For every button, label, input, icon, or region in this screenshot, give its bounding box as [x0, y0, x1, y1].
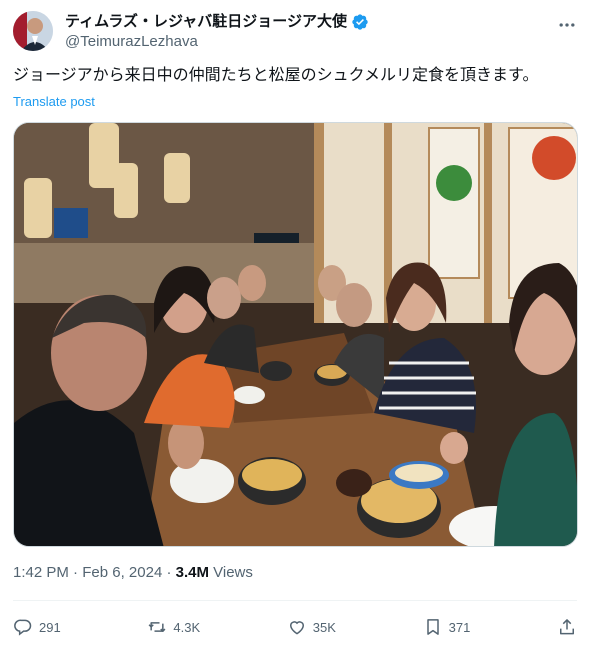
avatar[interactable] [13, 11, 53, 51]
views-label: Views [208, 564, 253, 581]
repost-icon [148, 622, 166, 632]
views-count: 3.4M [175, 564, 209, 581]
share-icon [559, 619, 574, 635]
share-button[interactable] [557, 617, 577, 637]
more-icon[interactable] [557, 15, 577, 35]
translate-post-link[interactable]: Translate post [13, 94, 95, 109]
tweet-header: ティムラズ・レジャバ駐日ジョージア大使 @TeimurazLezhava [13, 11, 577, 55]
bookmark-count: 371 [448, 619, 471, 635]
tweet-date[interactable]: Feb 6, 2024 [82, 564, 162, 581]
divider [13, 600, 577, 601]
action-bar: 291 4.3K 35K 371 [13, 614, 577, 640]
reply-count: 291 [39, 619, 61, 635]
like-button[interactable]: 35K [287, 617, 336, 637]
bookmark-icon [426, 619, 439, 635]
tweet-time[interactable]: 1:42 PM [13, 564, 69, 581]
reply-button[interactable]: 291 [13, 617, 61, 637]
tweet-photo[interactable] [13, 122, 578, 547]
bookmark-button[interactable]: 371 [423, 617, 471, 637]
meta-separator: · [162, 564, 176, 581]
display-name[interactable]: ティムラズ・レジャバ駐日ジョージア大使 [65, 12, 347, 32]
repost-button[interactable]: 4.3K [147, 617, 200, 637]
tweet-meta: 1:42 PM · Feb 6, 2024 · 3.4M Views [13, 564, 253, 581]
like-icon [289, 621, 304, 635]
repost-count: 4.3K [173, 619, 201, 635]
user-handle[interactable]: @TeimurazLezhava [65, 32, 369, 52]
meta-separator: · [68, 564, 83, 581]
like-count: 35K [312, 619, 336, 635]
reply-icon [14, 619, 32, 636]
verified-badge-icon [352, 14, 368, 30]
tweet-text: ジョージアから来日中の仲間たちと松屋のシュクメルリ定食を頂きます。 [13, 67, 539, 84]
